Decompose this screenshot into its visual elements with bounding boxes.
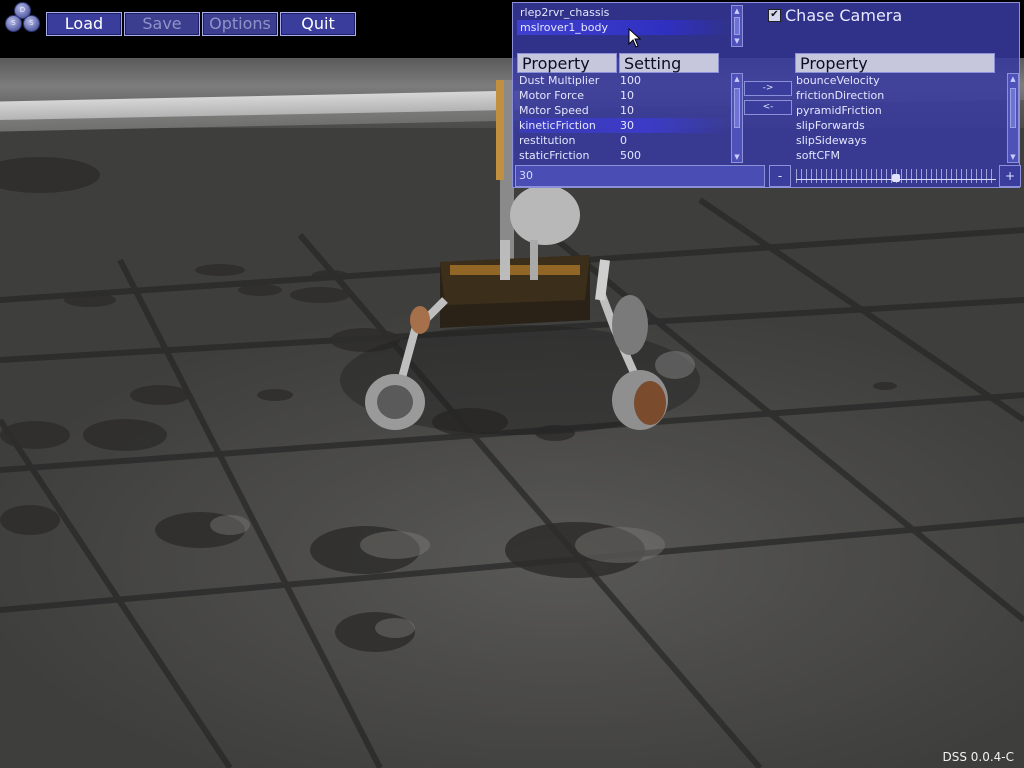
- property-name: restitution: [519, 134, 576, 147]
- column-header-setting[interactable]: Setting: [619, 53, 719, 73]
- table-row[interactable]: restitution 0: [519, 133, 729, 148]
- scroll-thumb[interactable]: [734, 88, 740, 128]
- main-menu: Load Save Options Quit: [46, 12, 356, 38]
- check-icon[interactable]: ✔: [768, 9, 781, 22]
- property-value: 0: [620, 134, 627, 147]
- version-label: DSS 0.0.4-C: [942, 750, 1014, 764]
- property-name: Motor Speed: [519, 104, 589, 117]
- logo-hex-left: S: [5, 15, 22, 32]
- save-button[interactable]: Save: [124, 12, 200, 36]
- quit-button[interactable]: Quit: [280, 12, 356, 36]
- scroll-up-icon[interactable]: ▲: [733, 75, 741, 83]
- rover-config-panel: rlep2rvr_chassis mslrover1_body ▲ ▼ ✔ Ch…: [512, 2, 1021, 188]
- dss-logo: D S S: [2, 2, 42, 32]
- list-item[interactable]: slipForwards: [796, 118, 865, 133]
- value-slider[interactable]: [796, 169, 996, 183]
- table-row[interactable]: Motor Force 10: [519, 88, 729, 103]
- object-list[interactable]: rlep2rvr_chassis mslrover1_body: [517, 5, 731, 45]
- column-header-available-property[interactable]: Property: [795, 53, 995, 73]
- table-row[interactable]: Dust Multiplier 100: [519, 73, 729, 88]
- logo-hex-right: S: [23, 15, 40, 32]
- property-name: Dust Multiplier: [519, 74, 600, 87]
- list-item-object[interactable]: rlep2rvr_chassis: [517, 5, 731, 20]
- property-name: kineticFriction: [519, 119, 596, 132]
- property-value: 10: [620, 104, 634, 117]
- list-item[interactable]: bounceVelocity: [796, 73, 880, 88]
- table-row[interactable]: Motor Speed 10: [519, 103, 729, 118]
- table-row-selected[interactable]: kineticFriction 30: [519, 118, 729, 133]
- available-list-scrollbar[interactable]: ▲ ▼: [1007, 73, 1019, 163]
- property-value: 10: [620, 89, 634, 102]
- property-list-scrollbar[interactable]: ▲ ▼: [731, 73, 743, 163]
- scroll-thumb[interactable]: [734, 17, 740, 35]
- list-item-object-selected[interactable]: mslrover1_body: [517, 20, 731, 35]
- scroll-up-icon[interactable]: ▲: [733, 7, 741, 15]
- table-row[interactable]: staticFriction 500: [519, 148, 729, 163]
- property-name: Motor Force: [519, 89, 585, 102]
- scroll-down-icon[interactable]: ▼: [1009, 153, 1017, 161]
- slider-thumb[interactable]: [892, 174, 900, 182]
- property-name: staticFriction: [519, 149, 590, 162]
- options-button[interactable]: Options: [202, 12, 278, 36]
- chase-camera-label: Chase Camera: [785, 6, 903, 25]
- property-value: 30: [620, 119, 634, 132]
- list-item[interactable]: slipSideways: [796, 133, 867, 148]
- scroll-thumb[interactable]: [1010, 88, 1016, 128]
- list-item[interactable]: frictionDirection: [796, 88, 884, 103]
- chase-camera-toggle[interactable]: ✔ Chase Camera: [768, 6, 902, 25]
- scroll-down-icon[interactable]: ▼: [733, 37, 741, 45]
- object-list-scrollbar[interactable]: ▲ ▼: [731, 5, 743, 47]
- load-button[interactable]: Load: [46, 12, 122, 36]
- list-item[interactable]: softCFM: [796, 148, 840, 163]
- mouse-pointer-icon: [628, 28, 642, 48]
- decrement-button[interactable]: -: [769, 165, 791, 187]
- value-input[interactable]: 30: [515, 165, 765, 187]
- list-item[interactable]: pyramidFriction: [796, 103, 882, 118]
- scroll-down-icon[interactable]: ▼: [733, 153, 741, 161]
- scroll-up-icon[interactable]: ▲: [1009, 75, 1017, 83]
- increment-button[interactable]: +: [999, 165, 1021, 187]
- property-value: 500: [620, 149, 641, 162]
- property-value: 100: [620, 74, 641, 87]
- add-property-button[interactable]: ->: [744, 81, 792, 96]
- remove-property-button[interactable]: <-: [744, 100, 792, 115]
- column-header-property[interactable]: Property: [517, 53, 617, 73]
